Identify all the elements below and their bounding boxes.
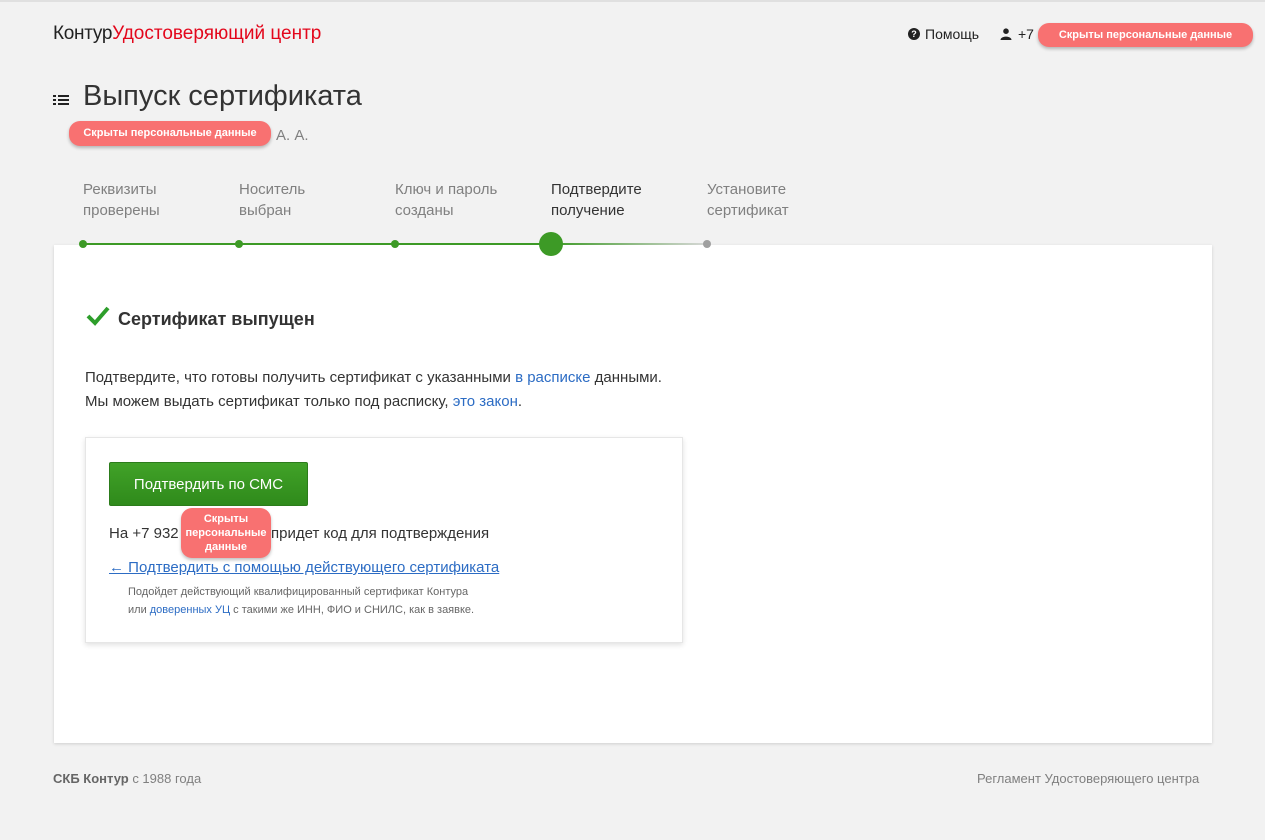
page-title: Выпуск сертификата (83, 80, 362, 112)
step-requisites: Реквизиты проверены (83, 179, 223, 221)
step-confirm: Подтвердите получение (551, 179, 691, 221)
step-label-line: Реквизиты (83, 181, 157, 198)
regulation-link[interactable]: Регламент Удостоверяющего центра (977, 771, 1199, 786)
step-label-line: Ключ и пароль (395, 181, 498, 198)
progress-track-done (83, 243, 551, 245)
logo-product: Удостоверяющий центр (112, 23, 322, 44)
text: с такими же ИНН, ФИО и СНИЛС, как в заяв… (230, 604, 475, 616)
user-menu[interactable]: +7 (1000, 26, 1034, 42)
sms-info-text: придет код для подтверждения (271, 525, 490, 542)
help-link[interactable]: ? Помощь (908, 26, 979, 42)
logo[interactable]: КонтурУдостоверяющий центр (53, 23, 321, 45)
step-dot (79, 240, 87, 248)
top-border (0, 0, 1265, 2)
step-install: Установите сертификат (707, 179, 847, 221)
text: . (517, 393, 523, 410)
list-icon[interactable] (53, 93, 69, 107)
hidden-data-badge: Скрыты персональные данные (181, 508, 271, 558)
step-label-line: сертификат (707, 202, 789, 219)
step-dot (703, 240, 711, 248)
hint-text: или доверенных УЦ с такими же ИНН, ФИО и… (128, 604, 474, 616)
confirm-sms-button[interactable]: Подтвердить по СМС (109, 462, 308, 506)
info-paragraph: Подтвердите, что готовы получить сертифи… (85, 369, 662, 386)
page-subtitle: А. А. (276, 127, 309, 144)
footer-since: с 1988 года (128, 771, 202, 786)
text: Мы можем выдать сертификат только под ра… (85, 393, 453, 410)
sms-phone-text: На +7 932 (109, 525, 179, 542)
hint-text: Подойдет действующий квалифицированный с… (128, 586, 469, 598)
step-dot-current (539, 232, 563, 256)
law-link[interactable]: это закон (453, 393, 518, 410)
step-label-line: Подтвердите (551, 181, 642, 198)
text: Подтвердите, что готовы получить сертифи… (85, 369, 516, 386)
question-circle-icon: ? (908, 28, 920, 40)
step-label-line: Установите (707, 181, 787, 198)
step-dot (391, 240, 399, 248)
status-title: Сертификат выпущен (118, 309, 315, 329)
text: или (128, 604, 150, 616)
step-dot (235, 240, 243, 248)
hidden-data-badge: Скрыты персональные данные (1038, 23, 1253, 47)
help-label: Помощь (925, 26, 980, 42)
receipt-link[interactable]: в расписке (515, 369, 590, 386)
text: данными. (590, 369, 662, 386)
footer-copyright: СКБ Контур с 1988 года (53, 771, 201, 786)
footer-company: СКБ Контур (53, 771, 129, 786)
step-label-line: выбран (239, 202, 292, 219)
confirm-with-certificate-link[interactable]: ← Подтвердить с помощью действующего сер… (109, 559, 499, 576)
trusted-ca-link[interactable]: доверенных УЦ (150, 604, 230, 616)
logo-brand: Контур (53, 23, 113, 44)
progress-track-pending (551, 243, 707, 245)
checkmark-icon (86, 306, 110, 326)
step-label-line: созданы (395, 202, 454, 219)
step-label-line: получение (551, 202, 625, 219)
step-medium: Носитель выбран (239, 179, 379, 221)
step-label-line: Носитель (239, 181, 306, 198)
step-key: Ключ и пароль созданы (395, 179, 535, 221)
user-phone: +7 (1018, 26, 1034, 42)
user-icon (1000, 28, 1012, 40)
hidden-data-badge: Скрыты персональные данные (69, 121, 271, 146)
info-paragraph: Мы можем выдать сертификат только под ра… (85, 393, 522, 410)
step-label-line: проверены (83, 202, 160, 219)
